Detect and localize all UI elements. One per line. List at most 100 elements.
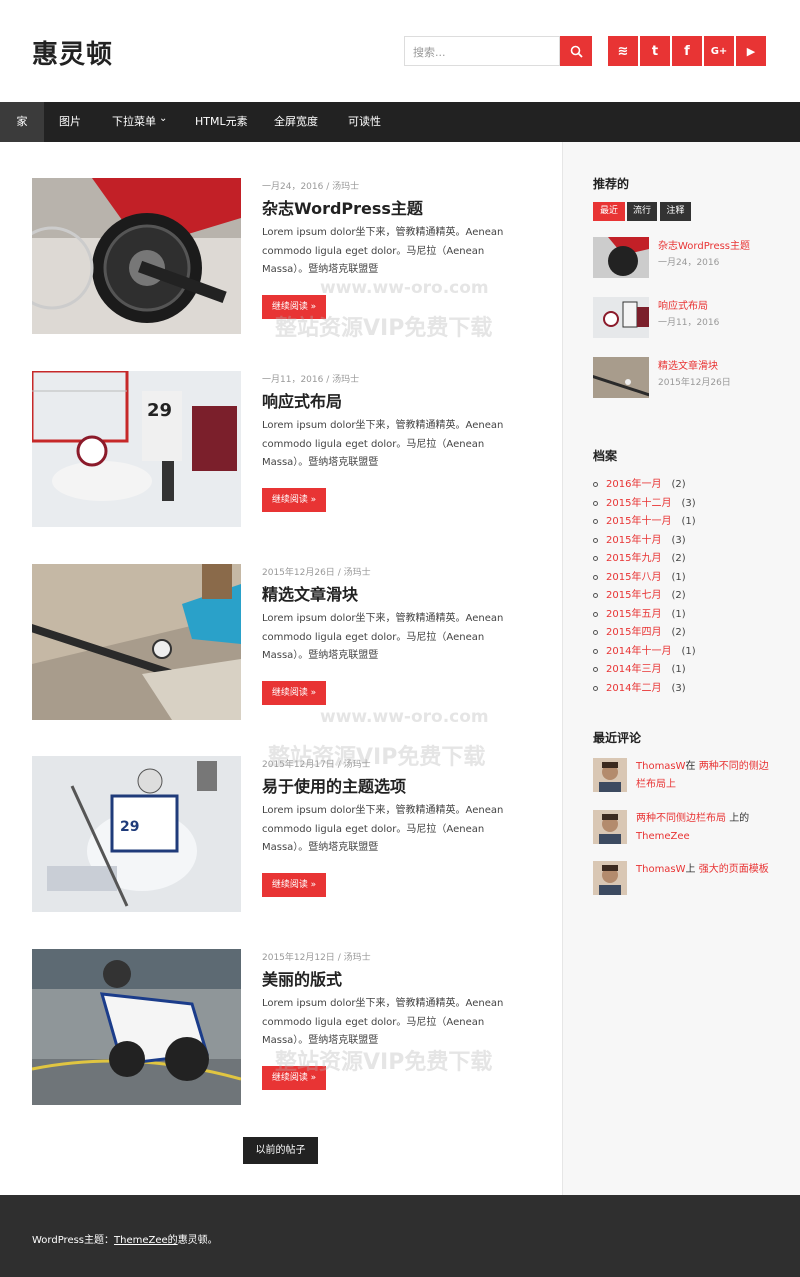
archive-item: 2015年四月 (2) (593, 623, 686, 639)
archive-link[interactable]: 2015年九月 (606, 553, 661, 564)
post-excerpt: Lorem ipsum dolor坐下来，管教精通精英。Aenean commo… (262, 998, 504, 1046)
read-more-button[interactable]: 继续阅读 » (262, 681, 326, 705)
comment-text: ThomasW上 强大的页面模板 (636, 861, 776, 879)
archive-count: (3) (681, 498, 696, 509)
read-more-button[interactable]: 继续阅读 » (262, 295, 326, 319)
recommended-title[interactable]: 精选文章滑块 (658, 357, 718, 372)
recommended-title[interactable]: 杂志WordPress主题 (658, 237, 750, 252)
comment-post-link[interactable]: 强大的页面模板 (699, 864, 769, 875)
nav-item-dropdown[interactable]: 下拉菜单 (112, 102, 156, 142)
archive-item: 2015年十月 (3) (593, 531, 686, 547)
post-title[interactable]: 美丽的版式 (262, 966, 342, 990)
post-author[interactable]: 汤玛士 (344, 760, 371, 770)
post-title[interactable]: 易于使用的主题选项 (262, 773, 406, 797)
archive-link[interactable]: 2014年三月 (606, 664, 661, 675)
recommended-date: 一月24，2016 (658, 258, 720, 268)
post-excerpt: Lorem ipsum dolor坐下来，管教精通精英。Aenean commo… (262, 613, 504, 661)
read-more-button[interactable]: 继续阅读 » (262, 1066, 326, 1090)
meta-separator: / (326, 182, 330, 192)
archive-count: (1) (671, 664, 686, 675)
meta-separator: / (337, 953, 341, 963)
recommended-title[interactable]: 响应式布局 (658, 297, 708, 312)
archive-link[interactable]: 2015年八月 (606, 572, 661, 583)
archive-link[interactable]: 2014年十一月 (606, 646, 671, 657)
nav-item-images[interactable]: 图片 (59, 102, 81, 142)
comment-post-link[interactable]: ThemeZee (636, 831, 690, 842)
post-author[interactable]: 汤玛士 (332, 375, 359, 385)
archive-link[interactable]: 2016年一月 (606, 479, 661, 490)
search-icon (570, 45, 583, 58)
post-author[interactable]: 汤玛士 (344, 568, 371, 578)
comment-author[interactable]: ThomasW (636, 864, 686, 875)
post-date[interactable]: 2015年12月26日 (262, 568, 335, 578)
google-plus-icon[interactable]: G+ (704, 36, 734, 66)
post-item: 29 一月11，2016 / 汤玛士 响应式布局 Lorem ipsum dol… (32, 371, 532, 531)
chevron-down-icon[interactable]: ⌄ (159, 99, 167, 139)
twitter-icon[interactable]: t (640, 36, 670, 66)
nav-item-html-elements[interactable]: HTML元素 (195, 102, 248, 142)
post-thumbnail-hockey-players[interactable]: 29 (32, 371, 241, 527)
archive-link[interactable]: 2015年十月 (606, 535, 661, 546)
post-thumbnail-bike-gear[interactable] (32, 178, 241, 334)
svg-text:29: 29 (147, 400, 172, 421)
post-date[interactable]: 2015年12月12日 (262, 953, 335, 963)
archive-link[interactable]: 2015年十一月 (606, 516, 671, 527)
post-thumbnail-hockey-goalie[interactable]: 29 (32, 756, 241, 912)
nav-item-home[interactable]: 家 (0, 102, 44, 142)
post-date[interactable]: 一月11，2016 (262, 375, 323, 385)
meta-separator: / (337, 568, 341, 578)
archive-item: 2015年十一月 (1) (593, 512, 696, 528)
post-thumbnail-motorcycle[interactable] (32, 949, 241, 1105)
archive-item: 2015年七月 (2) (593, 586, 686, 602)
facebook-icon[interactable]: f (672, 36, 702, 66)
post-author[interactable]: 汤玛士 (344, 953, 371, 963)
archive-link[interactable]: 2015年四月 (606, 627, 661, 638)
youtube-icon[interactable]: ▶ (736, 36, 766, 66)
nav-item-fullwidth[interactable]: 全屏宽度 (274, 102, 318, 142)
widget-title-archive: 档案 (593, 449, 618, 463)
post-excerpt: Lorem ipsum dolor坐下来，管教精通精英。Aenean commo… (262, 420, 504, 468)
read-more-button[interactable]: 继续阅读 » (262, 488, 326, 512)
tab-recent[interactable]: 最近 (593, 202, 625, 221)
avatar (593, 861, 627, 895)
recommended-date: 一月11，2016 (658, 318, 720, 328)
rss-icon[interactable]: ≋ (608, 36, 638, 66)
recommended-thumbnail[interactable] (593, 357, 649, 398)
archive-link[interactable]: 2014年二月 (606, 683, 661, 694)
recommended-thumbnail[interactable] (593, 237, 649, 278)
archive-count: (1) (671, 572, 686, 583)
comment-connector: 上 (685, 864, 699, 875)
post-thumbnail-skateboard[interactable] (32, 564, 241, 720)
post-author[interactable]: 汤玛士 (332, 182, 359, 192)
comment-author[interactable]: ThomasW (636, 761, 686, 772)
site-title[interactable]: 惠灵顿 (32, 34, 113, 71)
post-title[interactable]: 响应式布局 (262, 388, 342, 412)
post-title[interactable]: 精选文章滑块 (262, 581, 358, 605)
archive-count: (1) (681, 646, 696, 657)
recommended-thumbnail[interactable] (593, 297, 649, 338)
archive-item: 2015年五月 (1) (593, 605, 686, 621)
read-more-button[interactable]: 继续阅读 » (262, 873, 326, 897)
search-button[interactable] (560, 36, 592, 66)
post-date[interactable]: 一月24，2016 (262, 182, 323, 192)
main-navigation: 家 图片 下拉菜单 ⌄ HTML元素 全屏宽度 可读性 (0, 102, 800, 142)
archive-link[interactable]: 2015年十二月 (606, 498, 671, 509)
comment-author[interactable]: 两种不同侧边栏布局 (636, 813, 726, 824)
previous-posts-button[interactable]: 以前的帖子 (243, 1137, 318, 1164)
archive-item: 2015年九月 (2) (593, 549, 686, 565)
nav-item-readability[interactable]: 可读性 (348, 102, 381, 142)
avatar (593, 758, 627, 792)
site-footer: WordPress主题：ThemeZee的惠灵顿。 (0, 1195, 800, 1277)
archive-count: (2) (671, 553, 686, 564)
archive-count: (3) (671, 683, 686, 694)
tab-comments[interactable]: 注释 (660, 202, 691, 221)
archive-link[interactable]: 2015年五月 (606, 609, 661, 620)
archive-link[interactable]: 2015年七月 (606, 590, 661, 601)
footer-link[interactable]: ThemeZee的 (114, 1235, 178, 1246)
tab-popular[interactable]: 流行 (627, 202, 657, 221)
post-date[interactable]: 2015年12月17日 (262, 760, 335, 770)
post-excerpt: Lorem ipsum dolor坐下来，管教精通精英。Aenean commo… (262, 227, 504, 275)
search-input[interactable]: 搜索... (404, 36, 560, 66)
post-title[interactable]: 杂志WordPress主题 (262, 195, 423, 219)
avatar (593, 810, 627, 844)
